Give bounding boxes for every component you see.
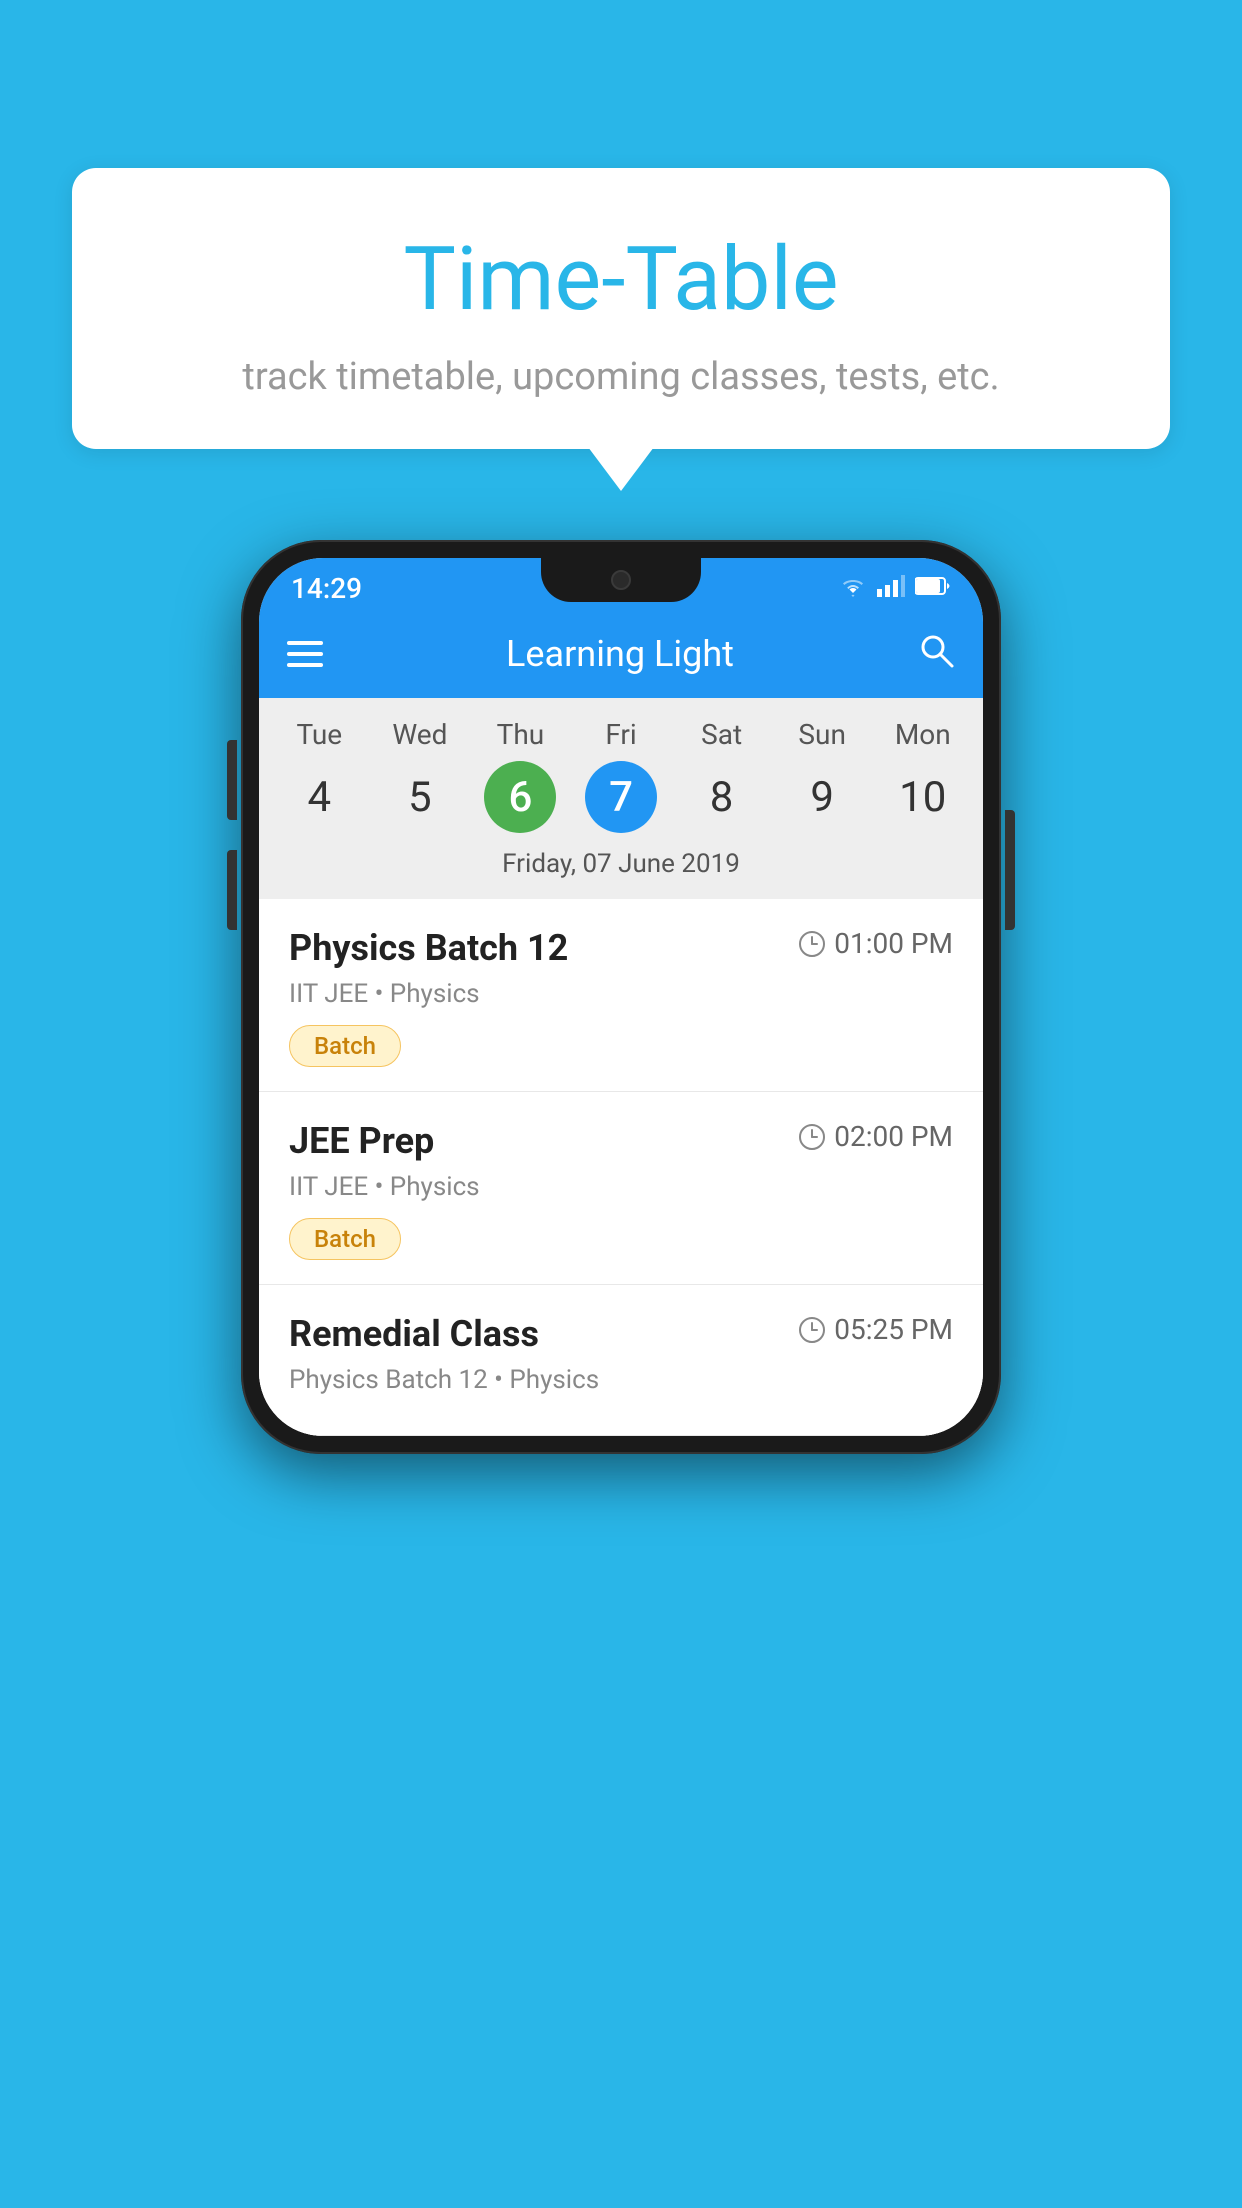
schedule-meta: Physics Batch 12 • Physics	[289, 1365, 953, 1395]
day-name: Sat	[671, 718, 772, 751]
side-button-left	[227, 740, 237, 820]
side-button-right	[1005, 810, 1015, 930]
clock-icon	[798, 930, 826, 958]
day-name: Tue	[269, 718, 370, 751]
signal-icon	[877, 575, 905, 601]
day-number[interactable]: 6	[484, 761, 556, 833]
status-icons	[839, 575, 951, 601]
schedule-title: Physics Batch 12	[289, 927, 568, 969]
schedule-meta: IIT JEE • Physics	[289, 979, 953, 1009]
day-number[interactable]: 7	[585, 761, 657, 833]
calendar-day[interactable]: Fri 7	[571, 718, 672, 833]
schedule-time: 01:00 PM	[798, 927, 953, 960]
day-name: Thu	[470, 718, 571, 751]
schedule-item[interactable]: JEE Prep 02:00 PM IIT JEE • Physics Batch	[259, 1092, 983, 1285]
notch	[541, 558, 701, 602]
schedule-item-header: JEE Prep 02:00 PM	[289, 1120, 953, 1162]
time-text: 05:25 PM	[834, 1313, 953, 1346]
phone-screen: 14:29	[259, 558, 983, 1436]
calendar-day[interactable]: Wed 5	[370, 718, 471, 833]
schedule-meta: IIT JEE • Physics	[289, 1172, 953, 1202]
app-title: Learning Light	[347, 633, 893, 675]
status-time: 14:29	[291, 572, 362, 605]
day-name: Mon	[872, 718, 973, 751]
schedule-time: 02:00 PM	[798, 1120, 953, 1153]
phone-outer: 14:29	[241, 540, 1001, 1454]
wifi-icon	[839, 575, 867, 601]
day-name: Fri	[571, 718, 672, 751]
batch-tag: Batch	[289, 1025, 401, 1067]
phone-mockup: 14:29	[241, 540, 1001, 1454]
clock-icon	[798, 1123, 826, 1151]
calendar-day[interactable]: Sun 9	[772, 718, 873, 833]
day-number[interactable]: 9	[786, 761, 858, 833]
day-name: Wed	[370, 718, 471, 751]
calendar-day[interactable]: Tue 4	[269, 718, 370, 833]
calendar-day[interactable]: Sat 8	[671, 718, 772, 833]
schedule-time: 05:25 PM	[798, 1313, 953, 1346]
schedule-title: Remedial Class	[289, 1313, 539, 1355]
schedule-item[interactable]: Physics Batch 12 01:00 PM IIT JEE • Physic…	[259, 899, 983, 1092]
clock-icon	[798, 1316, 826, 1344]
selected-date-label: Friday, 07 June 2019	[259, 833, 983, 899]
time-text: 02:00 PM	[834, 1120, 953, 1153]
hamburger-menu-icon[interactable]	[287, 641, 323, 667]
search-icon[interactable]	[917, 631, 955, 678]
days-row: Tue 4 Wed 5 Thu 6 Fri 7 Sat 8 Sun 9 Mon 10	[259, 718, 983, 833]
calendar-header: Tue 4 Wed 5 Thu 6 Fri 7 Sat 8 Sun 9 Mon 10 Friday, 07…	[259, 698, 983, 899]
schedule-item[interactable]: Remedial Class 05:25 PM Physics Batch 12 •…	[259, 1285, 983, 1436]
calendar-day[interactable]: Thu 6	[470, 718, 571, 833]
day-number[interactable]: 5	[384, 761, 456, 833]
speech-bubble: Time-Table track timetable, upcoming cla…	[72, 168, 1170, 449]
schedule-item-header: Physics Batch 12 01:00 PM	[289, 927, 953, 969]
schedule-item-header: Remedial Class 05:25 PM	[289, 1313, 953, 1355]
side-button-left2	[227, 850, 237, 930]
schedule-title: JEE Prep	[289, 1120, 434, 1162]
battery-icon	[915, 575, 951, 601]
bubble-subtitle: track timetable, upcoming classes, tests…	[112, 355, 1130, 399]
calendar-day[interactable]: Mon 10	[872, 718, 973, 833]
batch-tag: Batch	[289, 1218, 401, 1260]
schedule-list: Physics Batch 12 01:00 PM IIT JEE • Physic…	[259, 899, 983, 1436]
time-text: 01:00 PM	[834, 927, 953, 960]
day-number[interactable]: 4	[283, 761, 355, 833]
day-number[interactable]: 10	[887, 761, 959, 833]
day-number[interactable]: 8	[686, 761, 758, 833]
app-bar: Learning Light	[259, 610, 983, 698]
bubble-title: Time-Table	[112, 228, 1130, 331]
day-name: Sun	[772, 718, 873, 751]
camera	[611, 570, 631, 590]
